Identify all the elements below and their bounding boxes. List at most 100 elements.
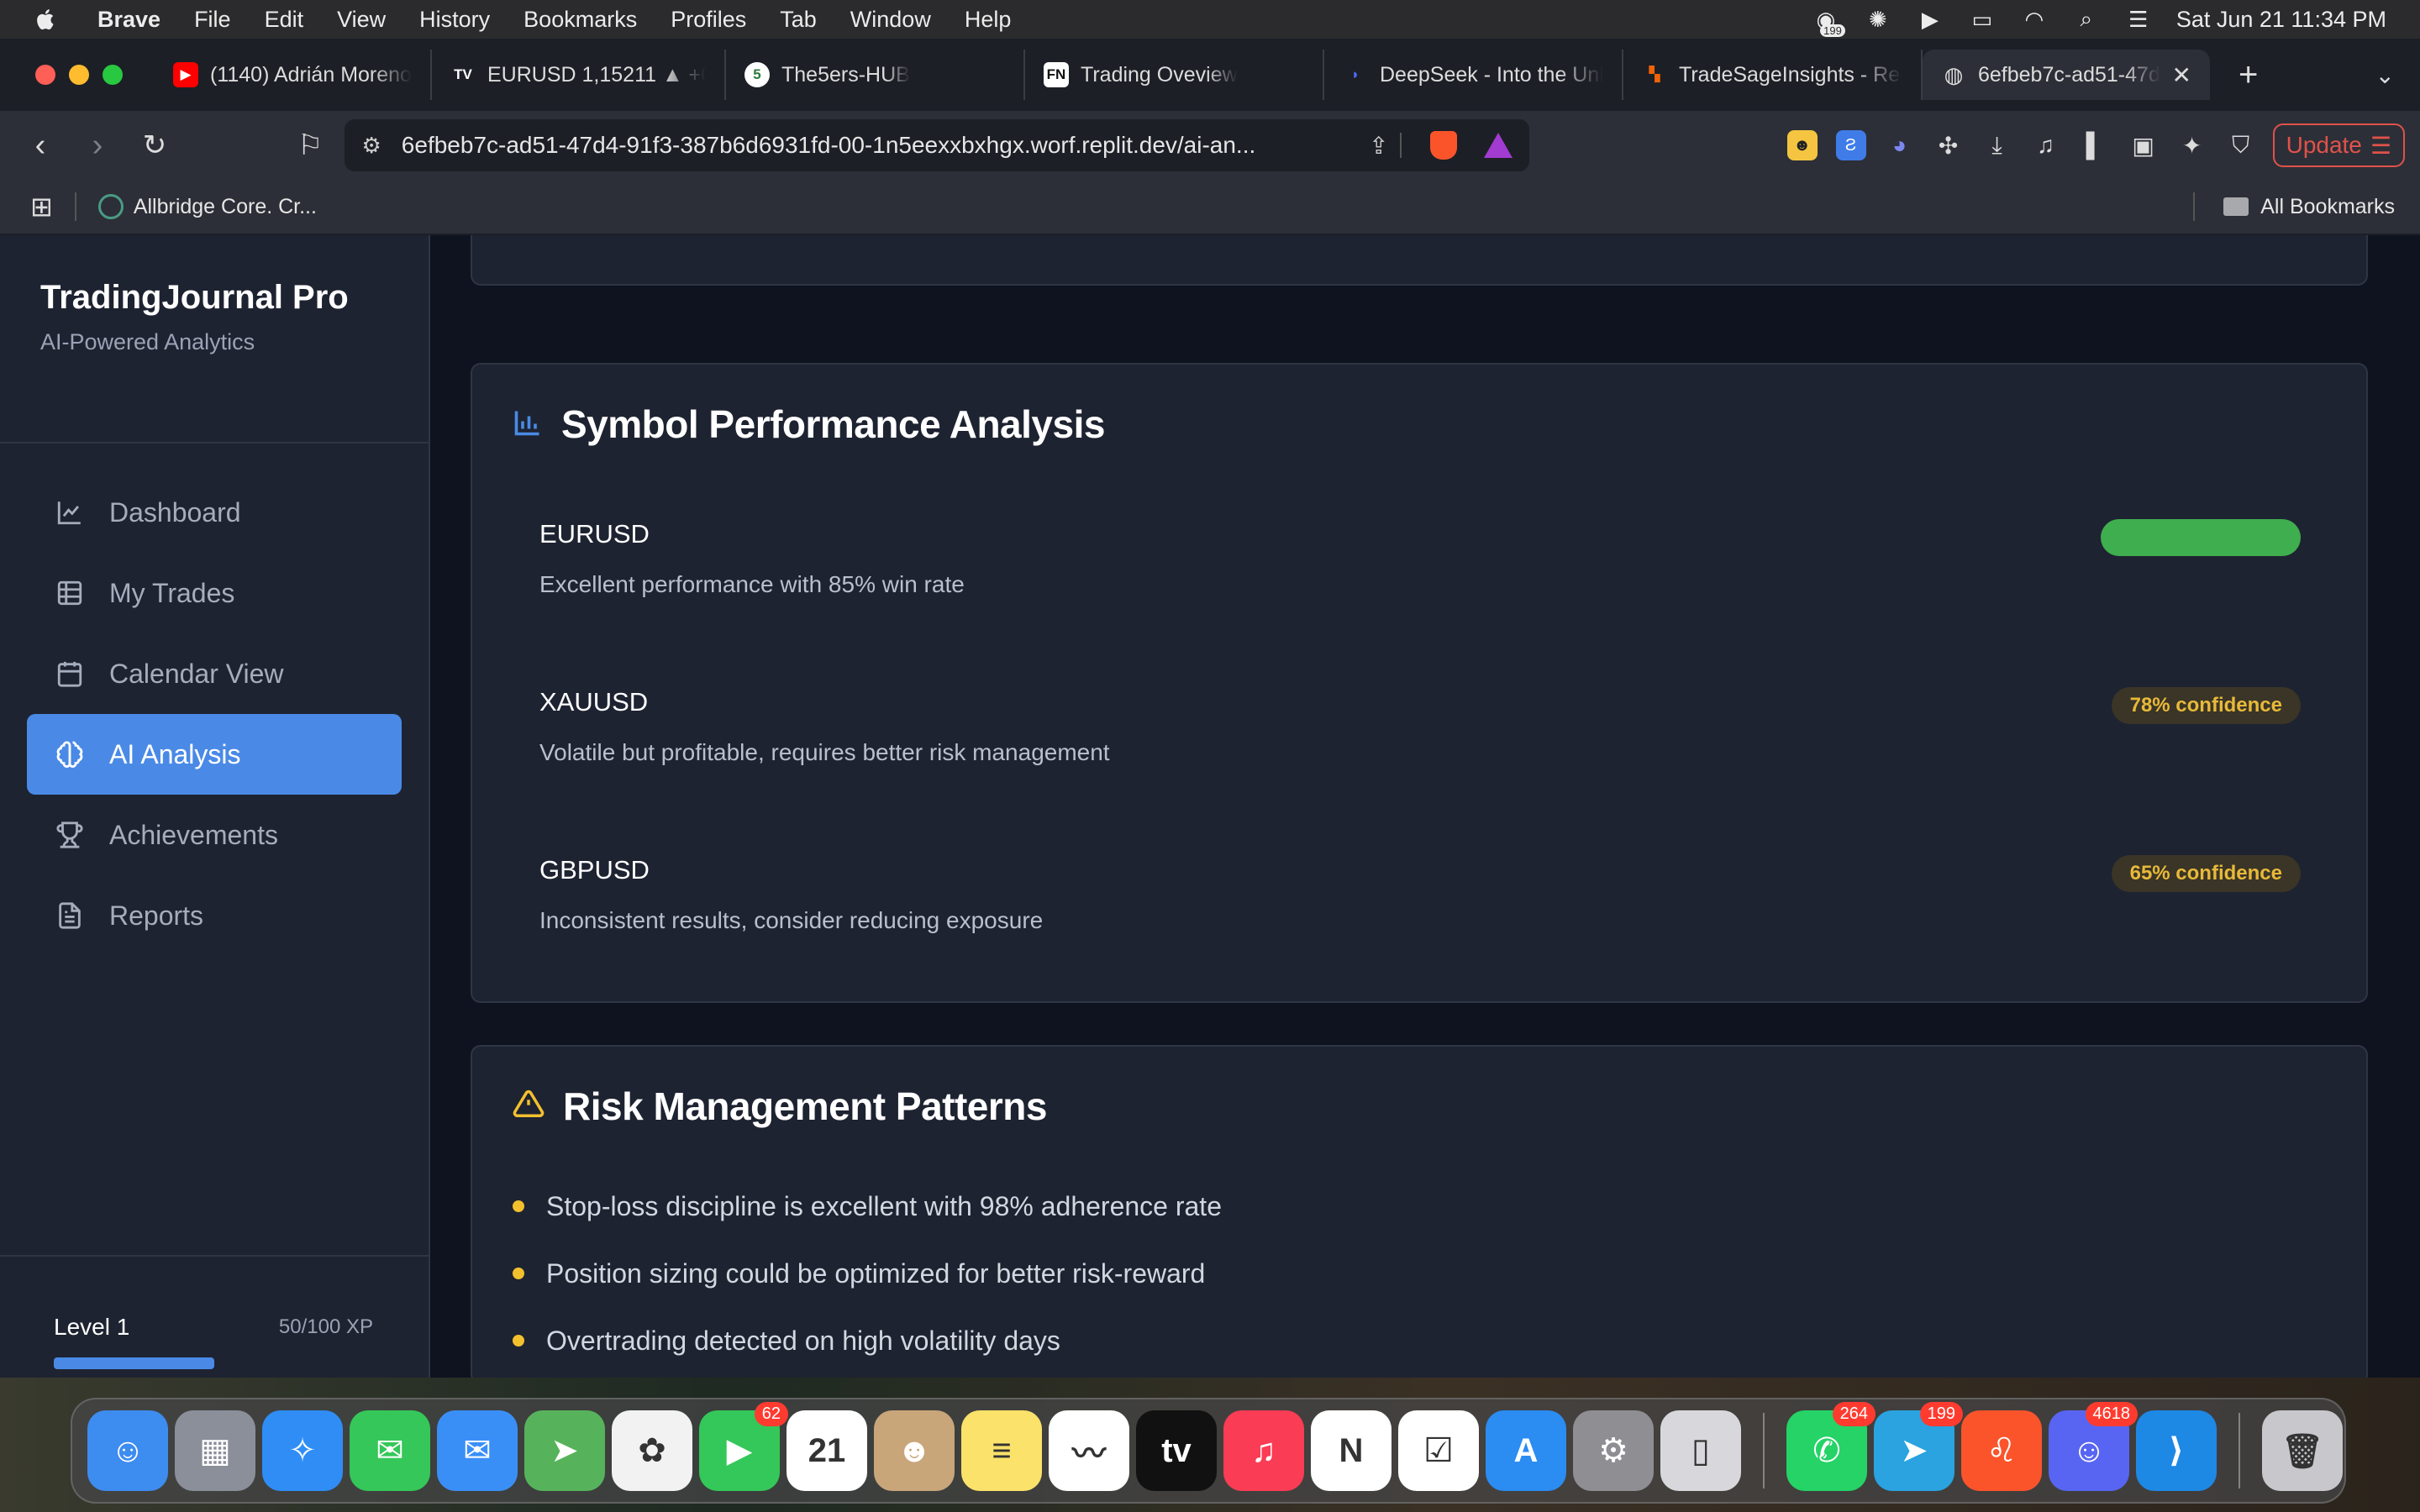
dock-app-glyph: ≡ [992, 1431, 1012, 1469]
forward-button[interactable]: › [81, 128, 114, 164]
xp-label: 50/100 XP [278, 1315, 373, 1338]
site-settings-icon[interactable]: ⚙ [361, 133, 381, 159]
wallet-icon[interactable]: ▣ [2128, 130, 2159, 160]
sidebar-item-ai-analysis[interactable]: AI Analysis [27, 714, 402, 795]
discord-icon[interactable]: ☺ 4618 [2049, 1402, 2138, 1491]
sidebar-item-my-trades[interactable]: My Trades [27, 553, 402, 633]
brave-shields-icon[interactable] [1430, 131, 1458, 160]
menu-window[interactable]: Window [850, 7, 931, 33]
close-tab-icon[interactable]: ✕ [2172, 61, 2191, 89]
finder-icon[interactable]: ☺ [87, 1410, 168, 1491]
zoom-window-button[interactable] [103, 65, 123, 85]
sidebar-toggle-icon[interactable]: ▌ [2080, 130, 2110, 160]
menu-history[interactable]: History [419, 7, 490, 33]
bullet-dot-icon [513, 1335, 524, 1347]
sidebar-item-dashboard[interactable]: Dashboard [27, 472, 402, 553]
iphone-mirroring-icon[interactable]: ▯ [1660, 1410, 1741, 1491]
battery-icon[interactable]: ▭ [1968, 7, 1996, 32]
music-icon[interactable]: ♫ [1223, 1410, 1304, 1491]
chatgpt-icon[interactable]: ✺ [1864, 7, 1892, 32]
menu-edit[interactable]: Edit [265, 7, 304, 33]
trash-icon[interactable]: 🗑 [2262, 1410, 2343, 1491]
reminders-icon[interactable]: ☑ [1398, 1410, 1479, 1491]
menu-bookmarks[interactable]: Bookmarks [523, 7, 637, 33]
menu-app-name[interactable]: Brave [97, 7, 160, 33]
status-app-icon[interactable]: ◉ 199 [1812, 7, 1845, 37]
telegram-icon[interactable]: ➤ 199 [1874, 1402, 1963, 1491]
reload-button[interactable]: ↻ [138, 129, 171, 162]
menubar-clock[interactable]: Sat Jun 21 11:34 PM [2176, 7, 2386, 33]
dock-badge: 62 [754, 1402, 788, 1426]
extension-yellow-icon[interactable]: ☻ [1786, 130, 1818, 160]
extensions-puzzle-icon[interactable]: ✣ [1933, 130, 1964, 160]
control-center-icon[interactable]: ☰ [2124, 7, 2153, 32]
folder-icon [2223, 197, 2249, 216]
safari-icon[interactable]: ✧ [262, 1410, 343, 1491]
extension-blue-icon[interactable]: Ƨ [1835, 130, 1866, 160]
tab-the5ers[interactable]: 5 The5ers-HUB [726, 50, 1025, 100]
calendar-icon[interactable]: 21 [786, 1410, 867, 1491]
sidebar-nav: Dashboard My Trades Calendar View AI Ana… [27, 472, 402, 956]
photos-icon[interactable]: ✿ [612, 1410, 692, 1491]
wifi-icon[interactable]: ◠ [2020, 7, 2049, 32]
freeform-icon[interactable]: 〰 [1049, 1410, 1129, 1491]
tab-deepseek[interactable]: ◗ DeepSeek - Into the Unknown [1324, 50, 1623, 100]
tab-active[interactable]: ◍ 6efbeb7c-ad51-47d4 ✕ [1923, 50, 2210, 100]
app-store-icon[interactable]: A [1486, 1410, 1566, 1491]
tab-list-chevron-icon[interactable]: ⌄ [2375, 61, 2395, 89]
share-icon[interactable]: ⇪ [1369, 132, 1388, 160]
spotlight-search-icon[interactable]: ⌕ [2072, 6, 2101, 32]
vscode-icon[interactable]: ⟩ [2136, 1410, 2217, 1491]
tab-trading-overview[interactable]: FN Trading Oveview [1025, 50, 1324, 100]
tab-eurusd[interactable]: TV EURUSD 1,15211 ▲ +0. [432, 50, 726, 100]
play-icon[interactable]: ▶ [1916, 7, 1944, 32]
whatsapp-icon[interactable]: ✆ 264 [1786, 1402, 1876, 1491]
new-tab-button[interactable]: + [2238, 56, 2258, 94]
sidebar-item-achievements[interactable]: Achievements [27, 795, 402, 875]
dock-app-glyph: A [1513, 1431, 1539, 1469]
contacts-icon[interactable]: ☻ [874, 1410, 955, 1491]
brave-icon[interactable]: ♌ [1961, 1410, 2042, 1491]
deepseek-icon: ◗ [1350, 66, 1360, 82]
bookmark-page-icon[interactable]: ⚐ [297, 129, 323, 162]
menu-tab[interactable]: Tab [780, 7, 817, 33]
apple-tv-icon[interactable]: tv [1136, 1410, 1217, 1491]
media-music-icon[interactable]: ♫ [2031, 130, 2061, 160]
vpn-shield-icon[interactable]: ⛉ [2226, 130, 2256, 160]
leo-ai-icon[interactable]: ✦ [2177, 130, 2207, 160]
tab-replit[interactable]: ▚ TradeSageInsights - Replit [1623, 50, 1923, 100]
mail-icon[interactable]: ✉ [437, 1410, 518, 1491]
downloads-icon[interactable]: ⤓ [1982, 130, 2012, 160]
sidebar-item-reports[interactable]: Reports [27, 875, 402, 956]
back-button[interactable]: ‹ [24, 128, 57, 164]
tab-youtube[interactable]: ▶ (1140) Adrián Moreno [155, 50, 432, 100]
brave-rewards-icon[interactable] [1484, 133, 1513, 158]
news-icon[interactable]: N [1311, 1410, 1392, 1491]
update-button[interactable]: Update ☰ [2272, 123, 2405, 167]
launchpad-icon[interactable]: ▦ [175, 1410, 255, 1491]
level-label: Level 1 [54, 1314, 130, 1340]
sidebar-item-calendar-view[interactable]: Calendar View [27, 633, 402, 714]
bookmark-allbridge[interactable]: Allbridge Core. Cr... [97, 194, 317, 219]
youtube-icon: ▶ [173, 62, 198, 87]
apple-logo-icon[interactable] [34, 7, 59, 32]
messages-icon[interactable]: ✉ [350, 1410, 430, 1491]
menu-profiles[interactable]: Profiles [671, 7, 746, 33]
notes-icon[interactable]: ≡ [961, 1410, 1042, 1491]
address-bar[interactable]: ⚙ 6efbeb7c-ad51-47d4-91f3-387b6d6931fd-0… [345, 119, 1530, 171]
menu-view[interactable]: View [337, 7, 386, 33]
menu-help[interactable]: Help [965, 7, 1012, 33]
tab-title: Trading Oveview [1081, 62, 1238, 87]
close-window-button[interactable] [35, 65, 55, 85]
maps-icon[interactable]: ➤ [524, 1410, 605, 1491]
all-bookmarks[interactable]: All Bookmarks [2193, 192, 2395, 221]
dock-divider [2238, 1413, 2240, 1488]
apps-grid-icon[interactable]: ⊞ [30, 191, 53, 223]
url-text[interactable]: 6efbeb7c-ad51-47d4-91f3-387b6d6931fd-00-… [402, 132, 1354, 159]
facetime-icon[interactable]: ▶ 62 [699, 1402, 788, 1491]
extension-avatar-icon[interactable]: ◕ [1885, 130, 1915, 160]
system-settings-icon[interactable]: ⚙ [1573, 1410, 1654, 1491]
tab-title: 6efbeb7c-ad51-47d4 [1978, 62, 2160, 87]
minimize-window-button[interactable] [69, 65, 89, 85]
menu-file[interactable]: File [194, 7, 231, 33]
